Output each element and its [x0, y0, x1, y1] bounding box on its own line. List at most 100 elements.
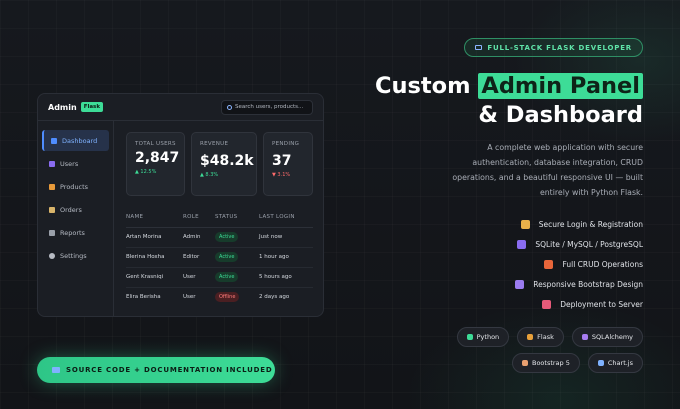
cell-name: Gent Krasniqi	[126, 267, 183, 288]
users-table: NAME ROLE STATUS LAST LOGIN Artan Morina…	[126, 207, 313, 307]
sidebar-item-reports[interactable]: Reports	[42, 223, 109, 244]
sidebar-item-label: Orders	[60, 206, 82, 215]
tech-label: Flask	[537, 333, 554, 341]
cell-status: Active	[215, 247, 259, 268]
sidebar-item-products[interactable]: Products	[42, 176, 109, 197]
tech-label: Chart.js	[607, 359, 633, 367]
developer-badge: FULL-STACK FLASK DEVELOPER	[464, 38, 643, 57]
table-row[interactable]: Artan Morina Admin Active Just now	[126, 227, 313, 248]
cell-name: Blerina Hoxha	[126, 247, 183, 268]
feature-label: Full CRUD Operations	[562, 259, 643, 269]
feature-item: Deployment to Server	[515, 294, 643, 314]
table-row[interactable]: Elira Berisha User Offline 2 days ago	[126, 287, 313, 307]
sidebar-item-label: Users	[60, 159, 79, 168]
cell-status: Active	[215, 267, 259, 288]
source-code-banner[interactable]: SOURCE CODE + DOCUMENTATION INCLUDED	[37, 357, 275, 383]
report-icon	[49, 230, 55, 237]
database-icon	[517, 239, 527, 249]
pencil-icon	[544, 259, 554, 269]
sidebar-item-orders[interactable]: Orders	[42, 200, 109, 221]
column-header: LAST LOGIN	[259, 207, 313, 228]
phone-icon	[515, 279, 525, 289]
tech-label: Python	[476, 333, 500, 341]
stat-value: $48.2k	[200, 153, 254, 169]
stat-card-users: TOTAL USERS 2,847 ▲ 12.5%	[126, 132, 185, 196]
stat-delta: ▲ 8.3%	[200, 172, 219, 178]
brand-name: Admin	[48, 102, 77, 112]
sidebar-item-label: Dashboard	[62, 136, 98, 145]
monitor-icon	[52, 367, 60, 373]
chart-icon	[597, 360, 604, 366]
cell-role: Editor	[183, 247, 215, 268]
stat-value: 2,847	[135, 150, 180, 166]
users-icon	[49, 160, 55, 167]
tech-chip-bootstrap: Bootstrap 5	[511, 353, 580, 373]
tech-chip-sqlalchemy: SQLAlchemy	[571, 327, 643, 347]
tech-chip-chartjs: Chart.js	[587, 353, 643, 373]
cell-name: Artan Morina	[126, 227, 183, 248]
cell-role: User	[183, 294, 196, 301]
cell-role: Admin	[183, 227, 215, 248]
stat-delta: ▼ 3.1%	[272, 172, 291, 178]
feature-list: Secure Login & Registration SQLite / MyS…	[515, 214, 643, 314]
cell-last-login: 5 hours ago	[259, 267, 313, 288]
search-placeholder: Search users, products...	[235, 104, 304, 110]
badge-label: FULL-STACK FLASK DEVELOPER	[487, 43, 632, 52]
stat-value: 37	[272, 153, 292, 169]
stat-card-revenue: REVENUE $48.2k ▲ 8.3%	[191, 132, 257, 196]
feature-label: SQLite / MySQL / PostgreSQL	[535, 239, 643, 249]
column-header: NAME	[126, 207, 183, 228]
gear-icon	[49, 253, 55, 260]
title-highlight: Admin Panel	[478, 73, 643, 99]
stat-label: PENDING	[272, 141, 300, 147]
lock-icon	[520, 219, 530, 229]
palette-icon	[521, 360, 528, 366]
feature-item: Secure Login & Registration	[515, 214, 643, 234]
sidebar: Dashboard Users Products Orders Reports …	[38, 121, 114, 316]
chart-icon	[51, 137, 57, 144]
tech-label: SQLAlchemy	[591, 333, 633, 341]
title-line-2: & Dashboard	[478, 102, 643, 128]
cell-status: Active	[215, 227, 259, 248]
feature-label: Secure Login & Registration	[538, 219, 643, 229]
status-badge: Active	[215, 252, 239, 262]
rocket-icon	[542, 299, 552, 309]
sidebar-item-label: Settings	[60, 252, 87, 261]
tech-label: Bootstrap 5	[531, 359, 570, 367]
table-header-row: NAME ROLE STATUS LAST LOGIN	[126, 207, 313, 228]
search-input[interactable]: Search users, products...	[221, 99, 313, 115]
stat-delta: ▲ 12.5%	[135, 169, 157, 175]
dashboard-content: TOTAL USERS 2,847 ▲ 12.5% REVENUE $48.2k…	[126, 132, 313, 307]
feature-item: SQLite / MySQL / PostgreSQL	[515, 234, 643, 254]
database-icon	[581, 334, 588, 340]
sidebar-item-dashboard[interactable]: Dashboard	[42, 130, 109, 151]
table-row[interactable]: Blerina Hoxha Editor Active 1 hour ago	[126, 247, 313, 268]
flask-icon	[527, 334, 534, 340]
sidebar-item-settings[interactable]: Settings	[42, 246, 109, 267]
sidebar-item-users[interactable]: Users	[42, 153, 109, 174]
monitor-icon	[475, 45, 483, 50]
cell-name: Elira Berisha	[126, 294, 161, 301]
feature-item: Full CRUD Operations	[515, 254, 643, 274]
brand-tag: Flask	[80, 102, 103, 112]
cell-last-login: 2 days ago	[259, 294, 290, 301]
python-icon	[466, 334, 473, 340]
stat-label: TOTAL USERS	[135, 141, 176, 147]
clipboard-icon	[49, 207, 55, 214]
search-icon	[227, 104, 232, 110]
table-row[interactable]: Gent Krasniqi User Active 5 hours ago	[126, 267, 313, 288]
tech-stack: Python Flask SQLAlchemy Bootstrap 5 Char…	[383, 327, 643, 373]
cell-last-login: Just now	[259, 227, 313, 248]
sidebar-item-label: Products	[60, 182, 89, 191]
stats-row: TOTAL USERS 2,847 ▲ 12.5% REVENUE $48.2k…	[126, 132, 313, 196]
status-badge: Active	[215, 232, 239, 242]
cell-status: Offline	[215, 287, 259, 307]
description: A complete web application with secure a…	[452, 143, 643, 197]
column-header: ROLE	[183, 207, 215, 228]
cta-label: SOURCE CODE + DOCUMENTATION INCLUDED	[66, 366, 273, 374]
page-title: Custom Admin Panel & Dashboard	[375, 72, 643, 130]
column-header: STATUS	[215, 207, 259, 228]
cell-role: User	[183, 267, 215, 288]
tech-chip-python: Python	[456, 327, 510, 347]
stat-label: REVENUE	[200, 141, 229, 147]
